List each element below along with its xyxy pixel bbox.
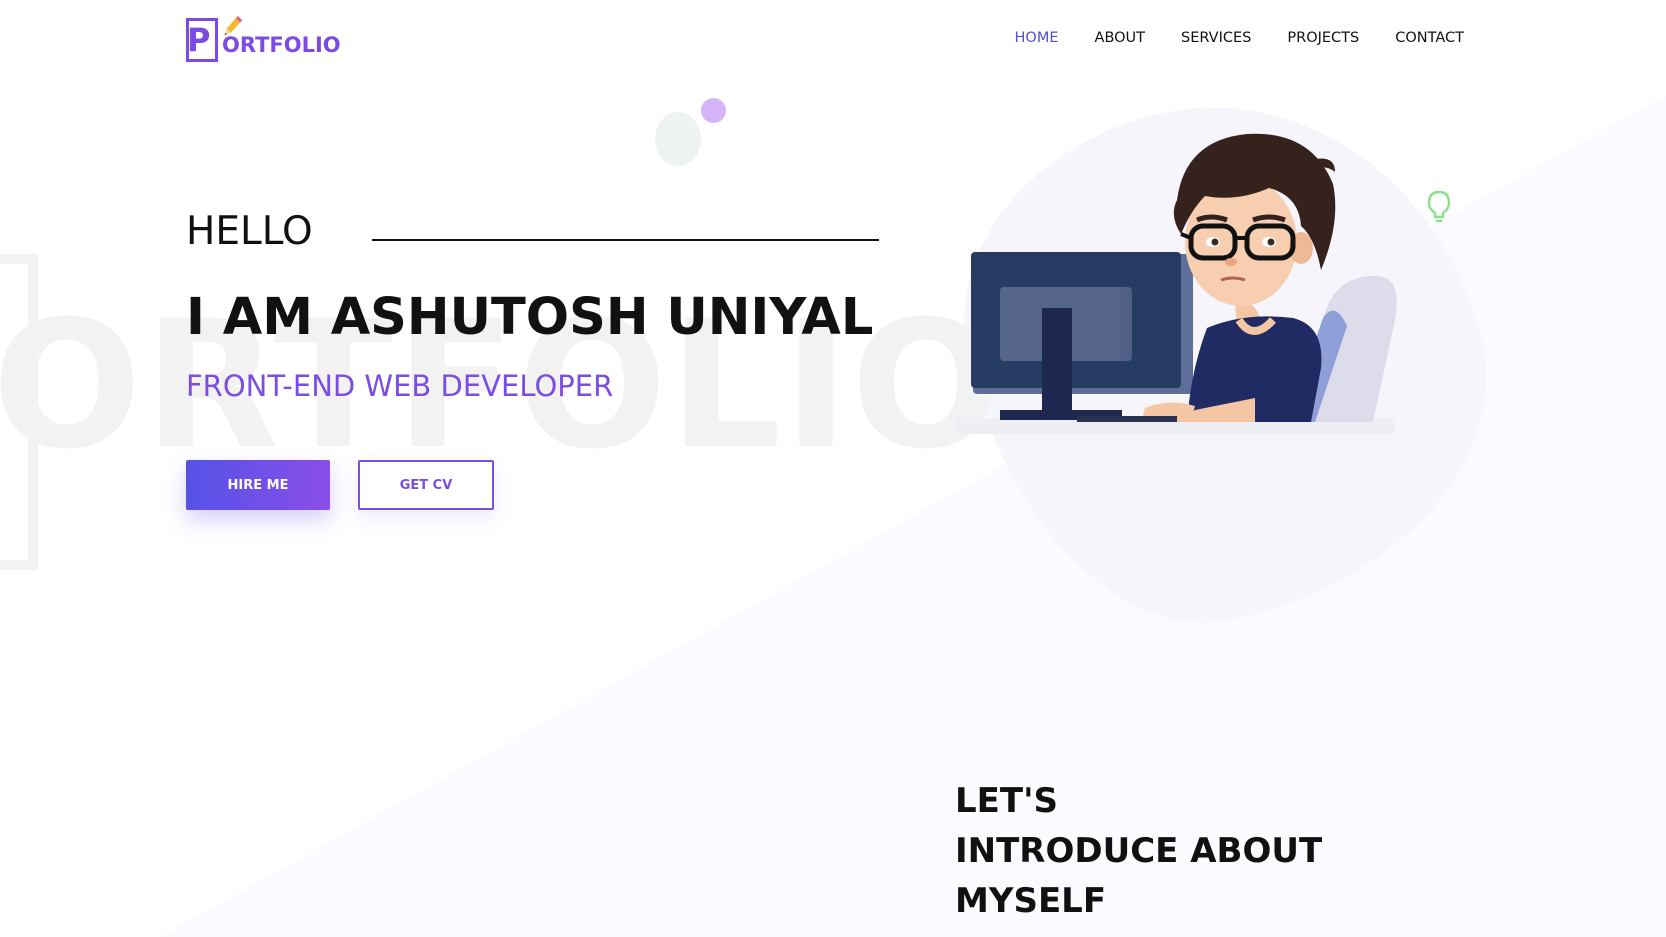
nav-projects[interactable]: PROJECTS [1287, 28, 1359, 48]
greeting-row: HELLO [186, 212, 313, 251]
hero-role: FRONT-END WEB DEVELOPER [186, 369, 614, 403]
introduce-section: LET'S INTRODUCE ABOUT MYSELF [955, 776, 1322, 926]
hero-name: I AM ASHUTOSH UNIYAL [186, 288, 874, 347]
nav-services[interactable]: SERVICES [1181, 28, 1251, 48]
developer-illustration [955, 133, 1397, 434]
main-navigation: HOME ABOUT SERVICES PROJECTS CONTACT [1015, 28, 1464, 48]
get-cv-button[interactable]: GET CV [358, 460, 494, 510]
nav-about[interactable]: ABOUT [1095, 28, 1146, 48]
hero-section: HELLO I AM ASHUTOSH UNIYAL FRONT-END WEB… [186, 200, 906, 530]
hero-greeting: HELLO [186, 209, 313, 254]
hire-me-button[interactable]: HIRE ME [186, 460, 330, 510]
site-logo[interactable]: P ORTFOLIO [186, 14, 356, 66]
lightbulb-icon [1427, 190, 1451, 223]
decorative-dot-purple [701, 98, 726, 123]
greeting-divider [372, 239, 879, 241]
intro-heading-line-3: MYSELF [955, 881, 1107, 921]
nav-contact[interactable]: CONTACT [1395, 28, 1464, 48]
logo-text: ORTFOLIO [222, 33, 341, 57]
site-header: P ORTFOLIO HOME ABOUT SERVICES PROJECTS … [0, 0, 1666, 80]
intro-heading-line-2: INTRODUCE ABOUT [955, 831, 1323, 871]
intro-heading-line-1: LET'S [955, 781, 1058, 821]
decorative-dot-gray [655, 112, 701, 166]
nav-home[interactable]: HOME [1015, 28, 1059, 48]
logo-initial: P [187, 21, 211, 59]
